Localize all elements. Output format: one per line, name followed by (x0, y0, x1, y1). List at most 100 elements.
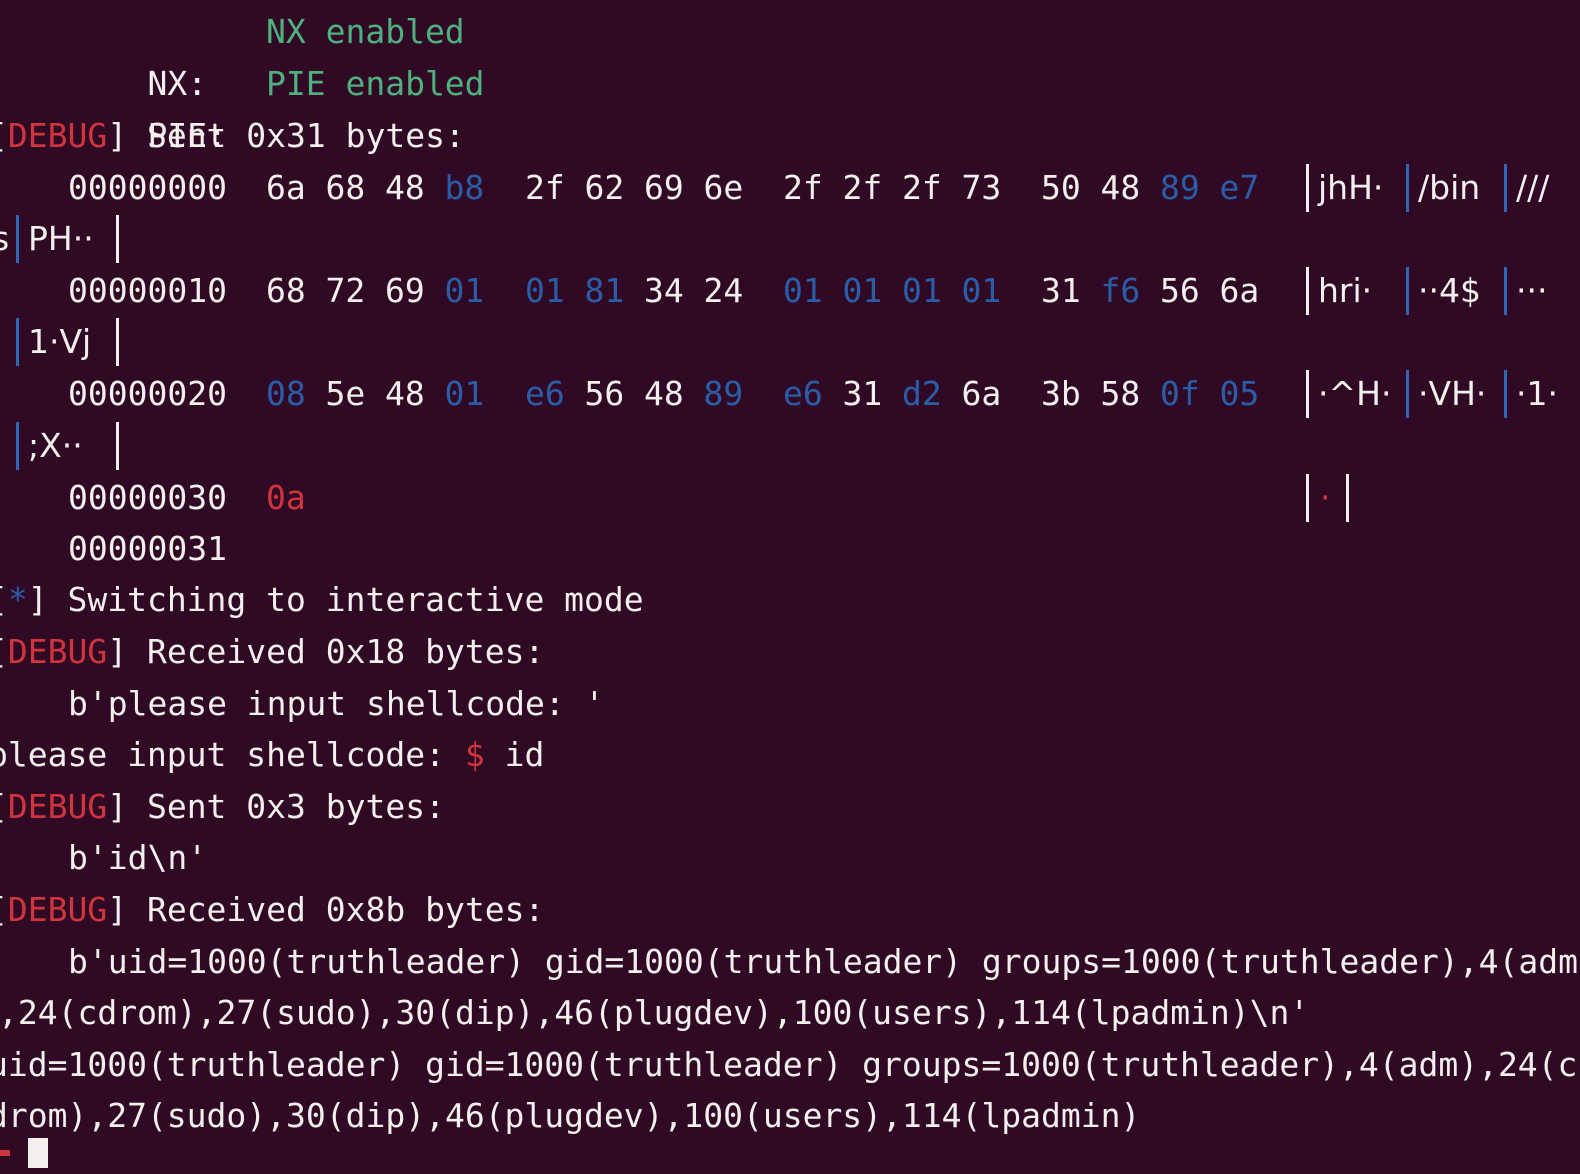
nx-value: NX enabled (266, 12, 465, 51)
hexdump-byte: 62 (584, 168, 625, 207)
hexdump-byte: 68 (325, 168, 366, 207)
sent-body-2: b'id\n' (68, 838, 208, 877)
ascii-separator (16, 318, 19, 366)
hexdump-byte: 34 (644, 271, 684, 310)
hexdump-byte: 31 (1041, 271, 1081, 310)
ascii-chunk: jhH· (1318, 168, 1384, 207)
received-header-1: ] Received 0x18 bytes: (107, 632, 545, 671)
ascii-wrap-chunk: 1·Vj (28, 322, 92, 361)
prompt-symbol: $ (464, 735, 485, 774)
hexdump-byte: 2f (783, 168, 823, 207)
hexdump-byte: 01 (842, 271, 883, 310)
switching-text: ] Switching to interactive mode (27, 580, 644, 619)
hexdump-end-offset: 00000031 (68, 529, 227, 568)
ascii-separator (1306, 164, 1309, 212)
ascii-separator (1406, 267, 1409, 315)
hexdump-byte: 6a (961, 374, 1002, 413)
ascii-chunk: hri· (1318, 271, 1373, 310)
hexdump-byte: 48 (385, 168, 425, 207)
ascii-chunk: ·^H· (1318, 374, 1392, 413)
hexdump-byte: 0f (1160, 374, 1200, 413)
hexdump-byte: 89 (1160, 168, 1200, 207)
hexdump-byte: 01 (902, 271, 942, 310)
ascii-chunk: · (1320, 478, 1331, 517)
debug-sent-line-2: [DEBUG] Sent 0x3 bytes: (0, 781, 445, 833)
hexdump-byte: 6a (266, 168, 306, 207)
ascii-separator (1406, 370, 1409, 418)
hexdump-byte: 56 (1160, 271, 1200, 310)
hexdump-byte: 2f (842, 168, 883, 207)
ascii-chunk: /// (1516, 168, 1550, 207)
terminal-window[interactable]: NX: NX enabled PIE: PIE enabled [DEBUG] … (0, 0, 1580, 1174)
hexdump-byte: e7 (1219, 168, 1260, 207)
ascii-separator (116, 318, 119, 366)
received-body-2-line-2: ,24(cdrom),27(sudo),30(dip),46(plugdev),… (0, 993, 1310, 1032)
hexdump-byte: b8 (444, 168, 485, 207)
hexdump-byte: 72 (325, 271, 366, 310)
ascii-wrap-prefix: j (0, 420, 1, 472)
ascii-separator (16, 215, 19, 263)
hexdump-offset: 00000010 (68, 271, 227, 310)
hexdump-byte: 73 (961, 168, 1002, 207)
hexdump-byte: 48 (1100, 168, 1141, 207)
ascii-separator (1406, 164, 1409, 212)
ascii-separator (1306, 474, 1309, 522)
ascii-wrap-chunk: ;X·· (28, 426, 83, 465)
hexdump-offset: 00000000 (68, 168, 227, 207)
debug-tag: DEBUG (7, 116, 108, 155)
received-body-1: b'please input shellcode: ' (68, 684, 605, 723)
ascii-separator (16, 422, 19, 470)
hexdump-byte: 81 (584, 271, 625, 310)
prompt-command: id (484, 735, 545, 774)
ascii-separator (1504, 164, 1507, 212)
hexdump-byte: e6 (525, 374, 565, 413)
switching-line: [*] Switching to interactive mode (0, 574, 644, 626)
ascii-wrap-chunk: PH·· (28, 219, 94, 258)
hexdump-byte: e6 (783, 374, 823, 413)
hexdump-byte: 3b (1041, 374, 1081, 413)
hexdump-byte: 01 (961, 271, 1002, 310)
command-output-line-1: uid=1000(truthleader) gid=1000(truthlead… (0, 1045, 1578, 1084)
hexdump-byte: 6a (1219, 271, 1260, 310)
ascii-separator (1306, 370, 1309, 418)
hexdump-byte: 48 (385, 374, 425, 413)
hexdump-byte: 6e (703, 168, 744, 207)
ascii-separator (116, 422, 119, 470)
hexdump-byte: 56 (584, 374, 625, 413)
ascii-separator (1346, 474, 1349, 522)
hexdump-byte: 2f (525, 168, 565, 207)
hexdump-byte: 5e (325, 374, 366, 413)
hexdump-byte: d2 (902, 374, 942, 413)
hexdump-byte: 01 (444, 271, 485, 310)
debug-sent-line: [DEBUG] Sent 0x31 bytes: (0, 110, 465, 162)
hexdump-byte: 0a (266, 478, 306, 517)
ascii-chunk: ·VH· (1418, 374, 1487, 413)
hexdump-byte: 69 (385, 271, 425, 310)
ascii-wrap-prefix: s (0, 219, 10, 258)
ascii-separator (1306, 267, 1309, 315)
hexdump-byte: 01 (444, 374, 485, 413)
hexdump-offset: 00000020 (68, 374, 227, 413)
debug-tag: DEBUG (7, 890, 108, 929)
hexdump-offset: 00000030 (68, 478, 227, 517)
debug-received-line-1: [DEBUG] Received 0x18 bytes: (0, 626, 544, 678)
checksec-pie-row: PIE: (68, 58, 226, 155)
ascii-separator (1504, 267, 1507, 315)
text-cursor[interactable] (28, 1138, 48, 1168)
hexdump-byte: 48 (644, 374, 684, 413)
ascii-chunk: ··· (1516, 271, 1548, 310)
prompt-text: please input shellcode: (0, 735, 465, 774)
hexdump-byte: f6 (1100, 271, 1141, 310)
hexdump-byte: 69 (644, 168, 684, 207)
ascii-separator (1504, 370, 1507, 418)
shell-prompt-line: please input shellcode: $ id (0, 729, 544, 781)
hexdump-byte: 24 (703, 271, 744, 310)
checksec-nx-row: NX: (68, 6, 207, 103)
received-header-2: ] Received 0x8b bytes: (107, 890, 545, 929)
hexdump-byte: 31 (842, 374, 883, 413)
command-output-line-2: drom),27(sudo),30(dip),46(plugdev),100(u… (0, 1096, 1141, 1135)
ascii-chunk: /bin (1418, 168, 1481, 207)
hexdump-byte: 58 (1100, 374, 1141, 413)
hexdump-byte: 01 (525, 271, 565, 310)
debug-tag: DEBUG (7, 632, 108, 671)
